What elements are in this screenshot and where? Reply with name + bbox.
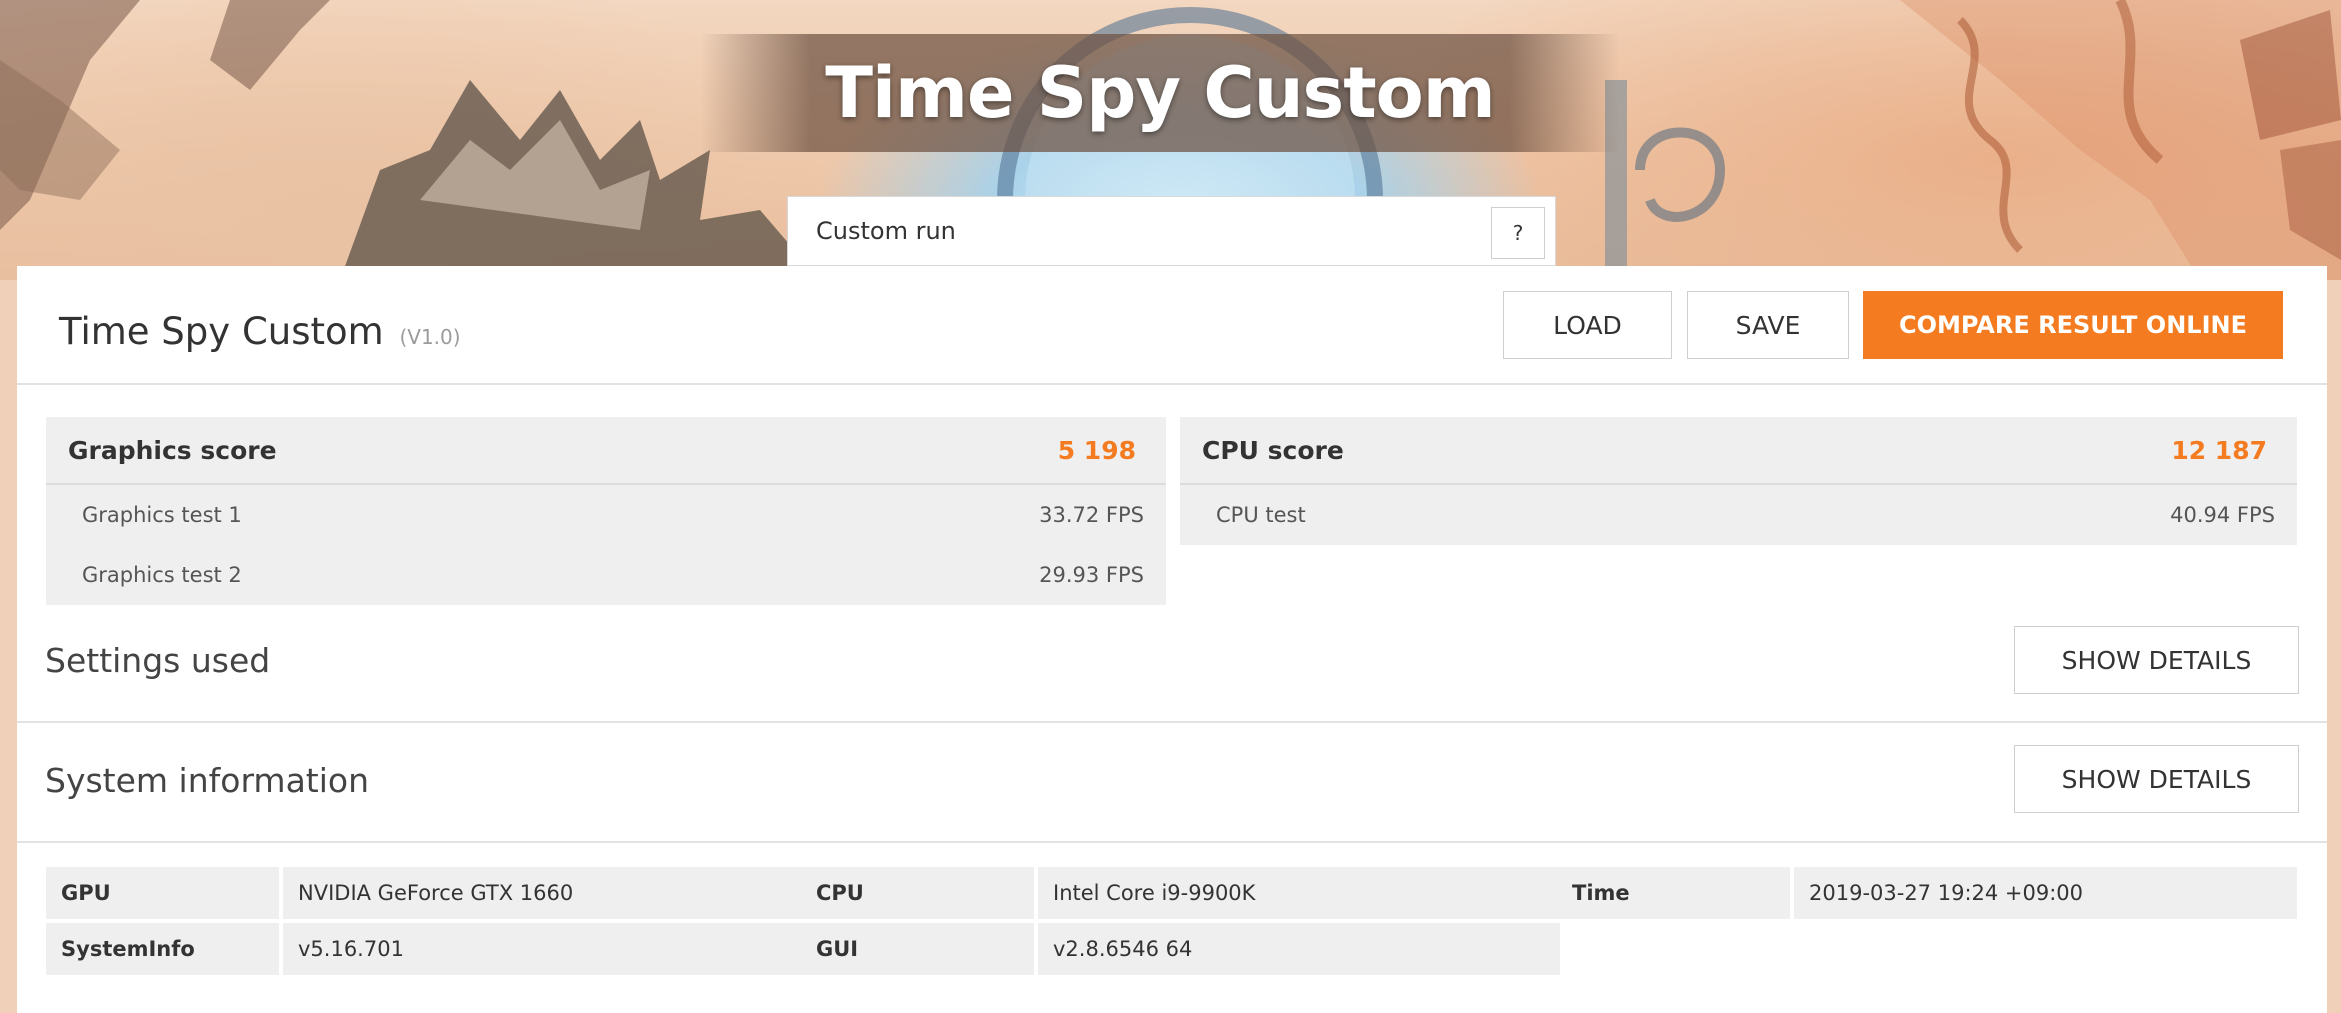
- preset-value: Custom run: [816, 217, 956, 245]
- result-panel: Time Spy Custom (V1.0) LOAD SAVE COMPARE…: [17, 266, 2327, 1013]
- save-button[interactable]: SAVE: [1687, 291, 1849, 359]
- info-value-cpu: Intel Core i9-9900K: [1038, 867, 1560, 919]
- graphics-test-name: Graphics test 1: [82, 503, 242, 527]
- settings-show-details-button[interactable]: SHOW DETAILS: [2014, 626, 2299, 694]
- info-key-gpu: GPU: [46, 867, 279, 919]
- graphics-test-name: Graphics test 2: [82, 563, 242, 587]
- system-info-show-details-button[interactable]: SHOW DETAILS: [2014, 745, 2299, 813]
- settings-title: Settings used: [45, 641, 271, 680]
- settings-section: Settings used SHOW DETAILS: [17, 605, 2327, 723]
- save-label: SAVE: [1735, 310, 1801, 340]
- info-key-gui: GUI: [801, 923, 1034, 975]
- graphics-test-value: 33.72 FPS: [1039, 503, 1144, 527]
- cpu-test-name: CPU test: [1216, 503, 1306, 527]
- load-label: LOAD: [1553, 310, 1622, 340]
- result-name: Time Spy Custom: [59, 310, 384, 353]
- result-header: Time Spy Custom (V1.0) LOAD SAVE COMPARE…: [17, 266, 2327, 385]
- system-info-show-details-label: SHOW DETAILS: [2061, 764, 2252, 794]
- cpu-test-value: 40.94 FPS: [2170, 503, 2275, 527]
- info-value-gpu: NVIDIA GeForce GTX 1660: [283, 867, 805, 919]
- compare-label: COMPARE RESULT ONLINE: [1899, 311, 2247, 339]
- graphics-test-row: Graphics test 2 29.93 FPS: [46, 545, 1166, 605]
- info-value-time: 2019-03-27 19:24 +09:00: [1794, 867, 2297, 919]
- graphics-test-row: Graphics test 1 33.72 FPS: [46, 485, 1166, 545]
- info-key-time: Time: [1557, 867, 1790, 919]
- cpu-score-label: CPU score: [1202, 435, 1344, 465]
- graphics-score-value: 5 198: [1057, 435, 1136, 465]
- title-banner: Time Spy Custom: [700, 34, 1620, 152]
- graphics-test-value: 29.93 FPS: [1039, 563, 1144, 587]
- info-key-systeminfo: SystemInfo: [46, 923, 279, 975]
- info-value-gui: v2.8.6546 64: [1038, 923, 1560, 975]
- system-info-section: System information SHOW DETAILS: [17, 723, 2327, 843]
- result-version: (V1.0): [399, 325, 461, 349]
- cpu-score-value: 12 187: [2171, 435, 2267, 465]
- info-value-systeminfo: v5.16.701: [283, 923, 805, 975]
- cpu-score-block: CPU score 12 187 CPU test 40.94 FPS: [1180, 417, 2297, 545]
- help-button[interactable]: ?: [1491, 207, 1545, 259]
- cpu-score-header: CPU score 12 187: [1180, 417, 2297, 485]
- compare-online-button[interactable]: COMPARE RESULT ONLINE: [1863, 291, 2283, 359]
- benchmark-title: Time Spy Custom: [825, 52, 1495, 134]
- graphics-score-label: Graphics score: [68, 435, 277, 465]
- graphics-score-block: Graphics score 5 198 Graphics test 1 33.…: [46, 417, 1166, 605]
- info-key-cpu: CPU: [801, 867, 1034, 919]
- load-button[interactable]: LOAD: [1503, 291, 1672, 359]
- result-title: Time Spy Custom (V1.0): [59, 310, 461, 353]
- cpu-test-row: CPU test 40.94 FPS: [1180, 485, 2297, 545]
- graphics-score-header: Graphics score 5 198: [46, 417, 1166, 485]
- preset-selector[interactable]: Custom run ?: [787, 196, 1556, 266]
- system-info-title: System information: [45, 761, 370, 800]
- settings-show-details-label: SHOW DETAILS: [2061, 645, 2252, 675]
- help-icon: ?: [1512, 221, 1524, 245]
